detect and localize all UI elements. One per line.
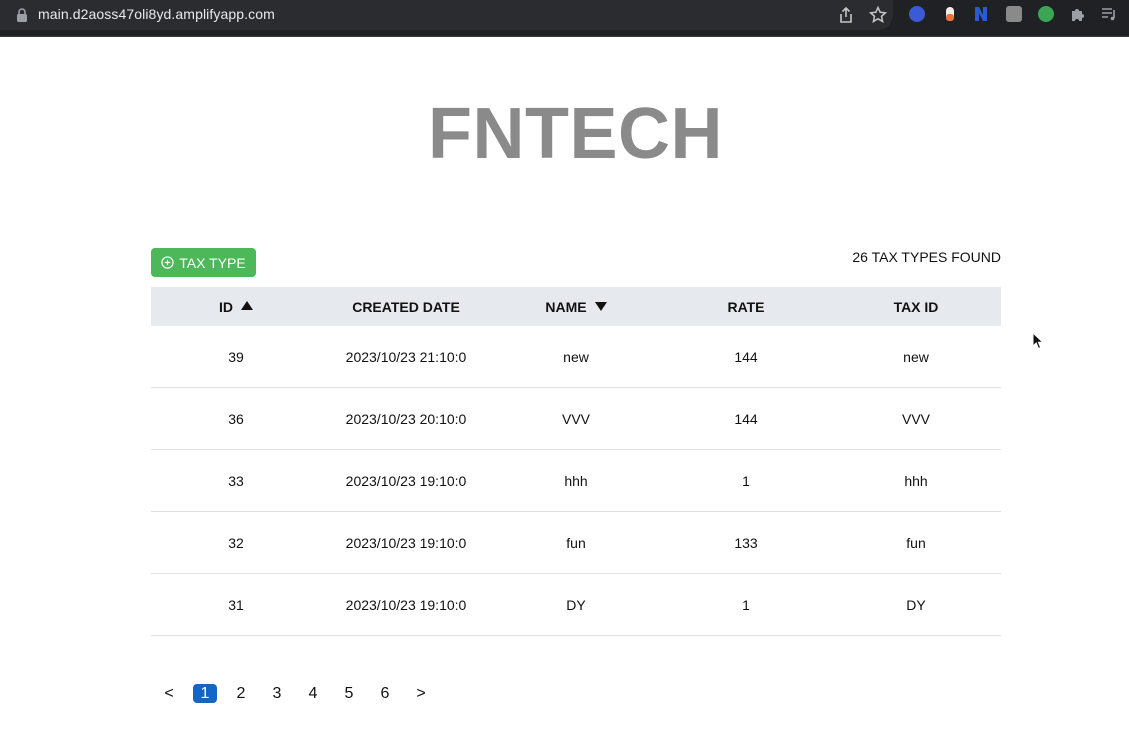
column-header-id[interactable]: ID bbox=[151, 287, 321, 326]
cell-created-date: 2023/10/23 19:10:0 bbox=[321, 511, 491, 574]
cell-name: DY bbox=[491, 573, 661, 636]
column-header-rate[interactable]: RATE bbox=[661, 287, 831, 326]
table-row[interactable]: 36 2023/10/23 20:10:0 VVV 144 VVV bbox=[151, 387, 1001, 450]
extension-icon[interactable] bbox=[973, 6, 989, 22]
mouse-cursor-icon bbox=[1032, 332, 1044, 350]
cell-id: 33 bbox=[151, 449, 321, 512]
share-icon[interactable] bbox=[838, 6, 854, 24]
address-bar[interactable]: main.d2aoss47oli8yd.amplifyapp.com bbox=[0, 0, 893, 30]
next-page-button[interactable]: > bbox=[403, 684, 439, 704]
browser-toolbar: main.d2aoss47oli8yd.amplifyapp.com bbox=[0, 0, 1129, 37]
page-button-6[interactable]: 6 bbox=[367, 684, 403, 704]
sort-ascending-icon[interactable] bbox=[241, 300, 253, 310]
table-row[interactable]: 32 2023/10/23 19:10:0 fun 133 fun bbox=[151, 511, 1001, 574]
cell-tax-id: DY bbox=[831, 573, 1001, 636]
cell-tax-id: VVV bbox=[831, 387, 1001, 450]
cell-id: 36 bbox=[151, 387, 321, 450]
column-header-tax-id[interactable]: TAX ID bbox=[831, 287, 1001, 326]
cell-tax-id: new bbox=[831, 326, 1001, 388]
bookmark-star-icon[interactable] bbox=[869, 6, 887, 24]
column-header-label: RATE bbox=[727, 298, 765, 315]
cell-rate: 144 bbox=[661, 326, 831, 388]
cell-rate: 133 bbox=[661, 511, 831, 574]
tax-types-table: ID CREATED DATE NAME RATE TAX ID 39 2023… bbox=[151, 287, 1001, 636]
column-header-label: TAX ID bbox=[893, 298, 939, 315]
column-header-created-date[interactable]: CREATED DATE bbox=[321, 287, 491, 326]
site-logo: FNTECH bbox=[428, 94, 723, 174]
page-button-4[interactable]: 4 bbox=[295, 684, 331, 704]
cell-name: new bbox=[491, 326, 661, 388]
cell-rate: 1 bbox=[661, 573, 831, 636]
prev-page-button[interactable]: < bbox=[151, 684, 187, 704]
table-row[interactable]: 39 2023/10/23 21:10:0 new 144 new bbox=[151, 326, 1001, 388]
add-button-label: TAX TYPE bbox=[179, 254, 246, 271]
page-button-5[interactable]: 5 bbox=[331, 684, 367, 704]
extension-icon[interactable] bbox=[942, 6, 958, 22]
results-count: 26 tax types found bbox=[852, 249, 1001, 265]
column-header-label: ID bbox=[219, 298, 233, 315]
cell-created-date: 2023/10/23 20:10:0 bbox=[321, 387, 491, 450]
pagination: < 1 2 3 4 5 6 > bbox=[151, 683, 439, 705]
table-row[interactable]: 33 2023/10/23 19:10:0 hhh 1 hhh bbox=[151, 449, 1001, 512]
cell-id: 39 bbox=[151, 326, 321, 388]
cell-tax-id: fun bbox=[831, 511, 1001, 574]
cell-id: 31 bbox=[151, 573, 321, 636]
column-header-name[interactable]: NAME bbox=[491, 287, 661, 326]
extensions-puzzle-icon[interactable] bbox=[1070, 6, 1086, 22]
cell-created-date: 2023/10/23 19:10:0 bbox=[321, 449, 491, 512]
page-button-1[interactable]: 1 bbox=[187, 684, 223, 704]
sort-descending-icon[interactable] bbox=[594, 301, 607, 311]
plus-circle-icon bbox=[161, 256, 174, 269]
cell-rate: 144 bbox=[661, 387, 831, 450]
cell-name: fun bbox=[491, 511, 661, 574]
cell-id: 32 bbox=[151, 511, 321, 574]
table-row[interactable]: 31 2023/10/23 19:10:0 DY 1 DY bbox=[151, 573, 1001, 636]
add-tax-type-button[interactable]: TAX TYPE bbox=[151, 248, 256, 277]
page-button-3[interactable]: 3 bbox=[259, 684, 295, 704]
cell-name: VVV bbox=[491, 387, 661, 450]
page-number: 1 bbox=[192, 684, 218, 703]
extension-icon[interactable] bbox=[1006, 6, 1022, 22]
cell-name: hhh bbox=[491, 449, 661, 512]
cell-rate: 1 bbox=[661, 449, 831, 512]
cell-created-date: 2023/10/23 21:10:0 bbox=[321, 326, 491, 388]
extension-icon[interactable] bbox=[1038, 6, 1054, 22]
table-header-row: ID CREATED DATE NAME RATE TAX ID bbox=[151, 287, 1001, 326]
reading-list-icon[interactable] bbox=[1101, 7, 1117, 21]
column-header-label: CREATED DATE bbox=[352, 298, 460, 315]
cell-tax-id: hhh bbox=[831, 449, 1001, 512]
column-header-label: NAME bbox=[545, 298, 587, 315]
page-button-2[interactable]: 2 bbox=[223, 684, 259, 704]
extension-icon[interactable] bbox=[909, 6, 925, 22]
cell-created-date: 2023/10/23 19:10:0 bbox=[321, 573, 491, 636]
url-text[interactable]: main.d2aoss47oli8yd.amplifyapp.com bbox=[38, 6, 275, 22]
lock-icon bbox=[17, 8, 27, 22]
